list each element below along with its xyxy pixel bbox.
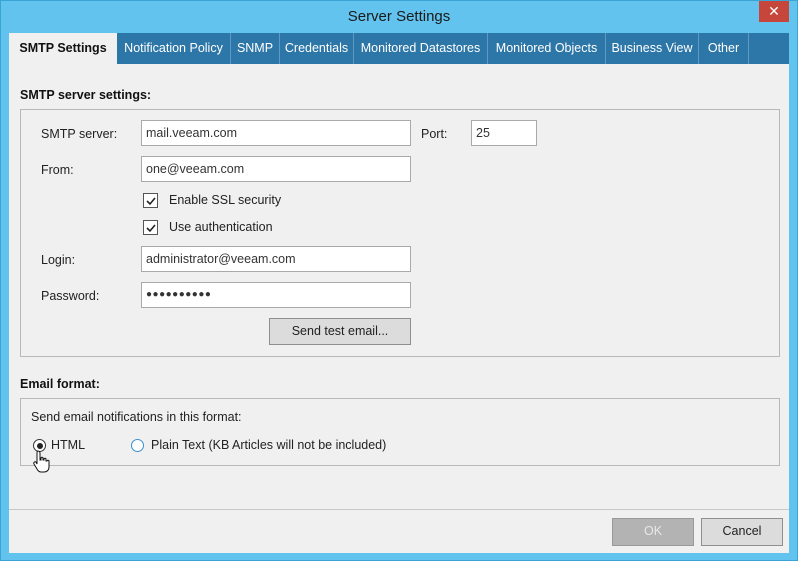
port-input[interactable]: 25 (471, 120, 537, 146)
tab-other[interactable]: Other (699, 33, 749, 64)
smtp-settings-panel: SMTP server settings: SMTP server: mail.… (9, 64, 789, 509)
login-input[interactable]: administrator@veeam.com (141, 246, 411, 272)
smtp-server-label: SMTP server: (41, 127, 118, 141)
hand-cursor-icon (33, 450, 50, 473)
tab-smtp-settings[interactable]: SMTP Settings (9, 33, 117, 65)
tab-credentials[interactable]: Credentials (280, 33, 354, 64)
email-format-section-title: Email format: (20, 377, 100, 391)
close-button[interactable]: ✕ (759, 1, 789, 22)
tab-monitored-objects[interactable]: Monitored Objects (488, 33, 606, 64)
plain-text-radio-label[interactable]: Plain Text (KB Articles will not be incl… (151, 438, 386, 452)
password-label: Password: (41, 289, 100, 303)
window-title: Server Settings (347, 8, 451, 25)
from-label: From: (41, 163, 74, 177)
port-label: Port: (421, 127, 448, 141)
password-input[interactable]: ●●●●●●●●●● (141, 282, 411, 308)
login-label: Login: (41, 253, 76, 267)
html-radio-label[interactable]: HTML (51, 438, 85, 452)
checkmark-icon (146, 197, 156, 206)
dialog-footer: OK Cancel (9, 509, 789, 553)
enable-ssl-label[interactable]: Enable SSL security (169, 193, 281, 207)
tab-business-view[interactable]: Business View (606, 33, 699, 64)
ok-button[interactable]: OK (612, 518, 694, 546)
use-authentication-checkbox[interactable] (143, 220, 158, 235)
close-icon: ✕ (768, 3, 780, 19)
server-settings-window: Server Settings ✕ SMTP Settings Notifica… (0, 0, 798, 561)
checkmark-icon (146, 224, 156, 233)
email-format-prompt: Send email notifications in this format: (31, 410, 242, 424)
smtp-groupbox: SMTP server: mail.veeam.com Port: 25 Fro… (20, 109, 780, 357)
send-test-email-button[interactable]: Send test email... (269, 318, 411, 345)
enable-ssl-checkbox[interactable] (143, 193, 158, 208)
tab-monitored-datastores[interactable]: Monitored Datastores (354, 33, 488, 64)
smtp-section-title: SMTP server settings: (20, 88, 152, 102)
tab-strip: SMTP Settings Notification Policy SNMP C… (9, 33, 789, 65)
tab-notification-policy[interactable]: Notification Policy (117, 33, 231, 64)
email-format-groupbox: Send email notifications in this format:… (20, 398, 780, 466)
from-input[interactable]: one@veeam.com (141, 156, 411, 182)
plain-text-radio[interactable] (131, 439, 144, 452)
title-bar[interactable]: Server Settings ✕ (1, 1, 797, 32)
cancel-button[interactable]: Cancel (701, 518, 783, 546)
use-authentication-label[interactable]: Use authentication (169, 220, 273, 234)
tab-snmp[interactable]: SNMP (231, 33, 280, 64)
smtp-server-input[interactable]: mail.veeam.com (141, 120, 411, 146)
